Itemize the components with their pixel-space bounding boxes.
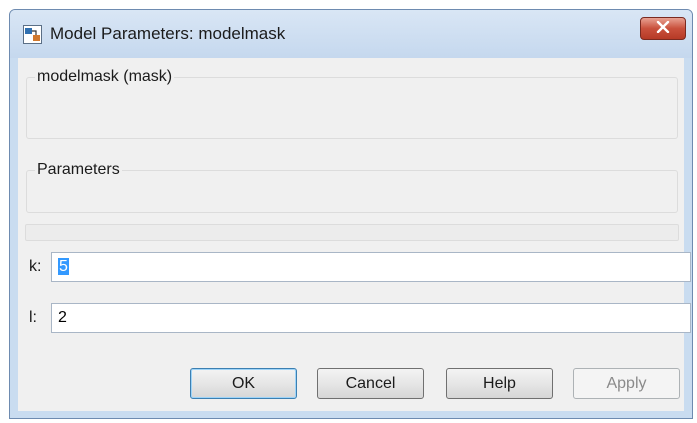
param-l-value: 2 (58, 309, 67, 326)
window-title: Model Parameters: modelmask (50, 24, 286, 43)
mask-group: modelmask (mask) (26, 67, 678, 139)
dialog-client-area: modelmask (mask) Parameters k: 5 l: 2 OK… (18, 58, 691, 411)
param-k-input[interactable]: 5 (51, 252, 691, 282)
simulink-model-icon (23, 25, 42, 44)
title-bar[interactable]: Model Parameters: modelmask (10, 10, 692, 58)
model-parameters-dialog: Model Parameters: modelmask modelmask (m… (9, 9, 693, 419)
help-button[interactable]: Help (446, 368, 553, 399)
param-k-value: 5 (58, 258, 69, 275)
param-k-label: k: (29, 258, 42, 275)
mask-group-title: modelmask (mask) (35, 67, 175, 87)
close-icon (656, 20, 670, 38)
close-button[interactable] (640, 17, 686, 40)
param-l-input[interactable]: 2 (51, 303, 691, 333)
separator-panel (25, 224, 679, 241)
ok-button[interactable]: OK (190, 368, 297, 399)
param-l-label: l: (29, 309, 37, 326)
apply-button[interactable]: Apply (573, 368, 680, 399)
cancel-button[interactable]: Cancel (317, 368, 424, 399)
parameters-group: Parameters (26, 160, 678, 213)
parameters-group-title: Parameters (35, 160, 122, 180)
